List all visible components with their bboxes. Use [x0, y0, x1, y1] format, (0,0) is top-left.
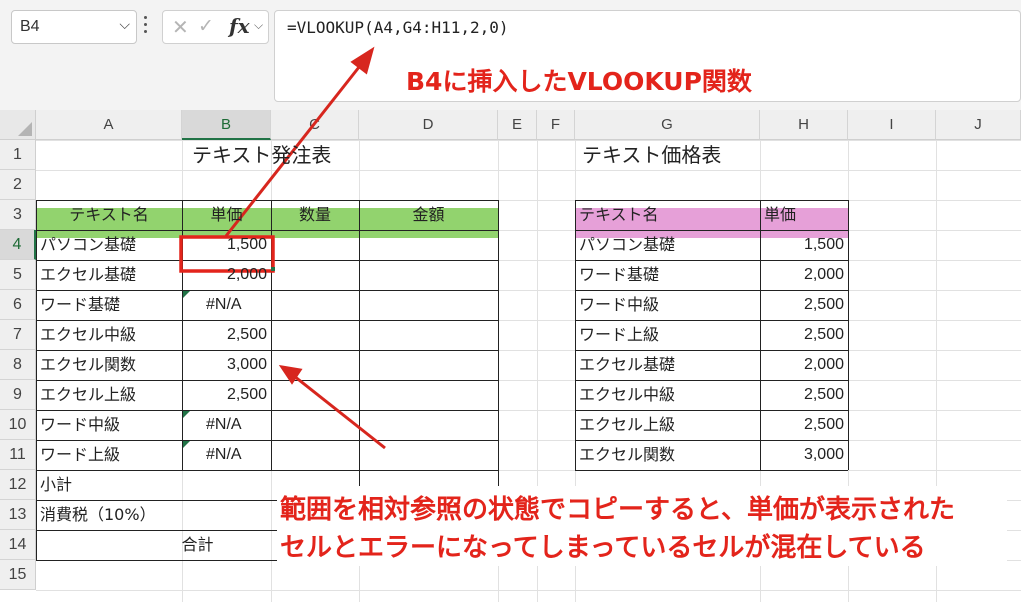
price-table-title[interactable]: テキスト価格表 — [578, 140, 851, 170]
order-name-cell[interactable]: パソコン基礎 — [36, 230, 182, 260]
price-name-cell[interactable]: エクセル関数 — [575, 440, 760, 470]
price-value-cell[interactable]: 3,000 — [760, 440, 848, 470]
order-name-cell[interactable]: エクセル基礎 — [36, 260, 182, 290]
error-indicator-icon[interactable] — [183, 441, 190, 448]
order-name-cell[interactable]: エクセル中級 — [36, 320, 182, 350]
order-price-cell[interactable]: #N/A — [182, 440, 271, 470]
error-indicator-icon[interactable] — [183, 291, 190, 298]
price-value-cell[interactable]: 2,500 — [760, 320, 848, 350]
order-price-cell[interactable]: 1,500 — [182, 230, 271, 260]
order-name-cell[interactable]: エクセル上級 — [36, 380, 182, 410]
order-price-cell[interactable]: 3,000 — [182, 350, 271, 380]
annotation-top: B4に挿入したVLOOKUP関数 — [406, 67, 752, 96]
price-value-cell[interactable]: 1,500 — [760, 230, 848, 260]
price-header-0[interactable]: テキスト名 — [575, 200, 760, 230]
order-name-cell[interactable]: ワード中級 — [36, 410, 182, 440]
price-name-cell[interactable]: パソコン基礎 — [575, 230, 760, 260]
order-header-1[interactable]: 単価 — [182, 200, 271, 230]
order-table-title[interactable]: テキスト発注表 — [188, 140, 504, 170]
price-name-cell[interactable]: ワード基礎 — [575, 260, 760, 290]
error-indicator-icon[interactable] — [183, 411, 190, 418]
price-name-cell[interactable]: エクセル基礎 — [575, 350, 760, 380]
price-name-cell[interactable]: エクセル上級 — [575, 410, 760, 440]
price-value-cell[interactable]: 2,500 — [760, 380, 848, 410]
price-value-cell[interactable]: 2,000 — [760, 350, 848, 380]
price-name-cell[interactable]: ワード中級 — [575, 290, 760, 320]
order-price-cell[interactable]: 2,500 — [182, 320, 271, 350]
order-price-cell[interactable]: 2,000 — [182, 260, 271, 290]
price-header-1[interactable]: 単価 — [760, 200, 848, 230]
order-header-2[interactable]: 数量 — [271, 200, 359, 230]
price-value-cell[interactable]: 2,000 — [760, 260, 848, 290]
price-name-cell[interactable]: ワード上級 — [575, 320, 760, 350]
price-value-cell[interactable]: 2,500 — [760, 290, 848, 320]
price-value-cell[interactable]: 2,500 — [760, 410, 848, 440]
price-name-cell[interactable]: エクセル中級 — [575, 380, 760, 410]
order-price-cell[interactable]: 2,500 — [182, 380, 271, 410]
annotation-bottom-line1: 範囲を相対参照の状態でコピーすると、単価が表示された — [280, 495, 955, 525]
order-price-cell[interactable]: #N/A — [182, 410, 271, 440]
annotation-bottom-line2: セルとエラーになってしまっているセルが混在している — [280, 533, 926, 563]
order-header-3[interactable]: 金額 — [359, 200, 498, 230]
order-name-cell[interactable]: ワード基礎 — [36, 290, 182, 320]
order-name-cell[interactable]: ワード上級 — [36, 440, 182, 470]
order-name-cell[interactable]: エクセル関数 — [36, 350, 182, 380]
order-price-cell[interactable]: #N/A — [182, 290, 271, 320]
order-header-0[interactable]: テキスト名 — [36, 200, 182, 230]
